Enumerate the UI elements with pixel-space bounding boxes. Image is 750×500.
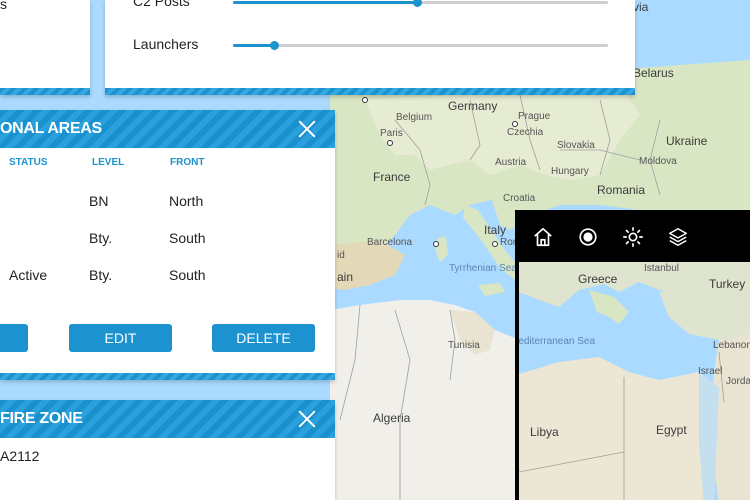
panel-title: FIRE ZONE bbox=[0, 410, 83, 427]
panel-stripe bbox=[0, 373, 335, 380]
column-header-level[interactable]: LEVEL bbox=[92, 157, 124, 168]
map-label-romania: Romania bbox=[597, 183, 646, 197]
home-icon[interactable] bbox=[532, 226, 554, 248]
cell-level: BN bbox=[89, 193, 109, 209]
slider-row-launchers: Launchers bbox=[133, 35, 613, 55]
map-label-moldova: Moldova bbox=[639, 156, 677, 167]
map-label-partial: id bbox=[337, 250, 345, 261]
slider-label: Launchers bbox=[133, 36, 199, 52]
map-label-belarus: Belarus bbox=[633, 66, 674, 80]
cell-front: South bbox=[169, 267, 206, 283]
left-top-panel: s bbox=[0, 0, 90, 95]
map-label-france: France bbox=[373, 170, 411, 184]
panel-stripe bbox=[0, 88, 90, 95]
panel-header: FIRE ZONE bbox=[0, 400, 335, 438]
panel-header: ONAL AREAS bbox=[0, 110, 335, 148]
slider-thumb[interactable] bbox=[270, 41, 280, 50]
map-label-tunisia: Tunisia bbox=[448, 340, 480, 351]
map-label-italy: Italy bbox=[484, 223, 507, 237]
cell-level: Bty. bbox=[89, 230, 113, 246]
map-label-partial: ain bbox=[337, 270, 354, 284]
map-label-algeria: Algeria bbox=[373, 411, 411, 425]
map-label-ukraine: Ukraine bbox=[666, 134, 708, 148]
map-label-croatia: Croatia bbox=[503, 193, 536, 204]
map-label-germany: Germany bbox=[448, 99, 498, 113]
map-label-barcelona: Barcelona bbox=[367, 237, 413, 248]
slider-thumb[interactable] bbox=[412, 0, 422, 7]
slider-row-c2-posts: C2 Posts bbox=[133, 0, 613, 12]
minimap-label-egypt: Egypt bbox=[656, 423, 687, 437]
cell-level: Bty. bbox=[89, 267, 113, 283]
map-label-hungary: Hungary bbox=[551, 166, 589, 177]
close-icon[interactable] bbox=[297, 119, 317, 139]
add-button[interactable] bbox=[0, 324, 28, 352]
slider-label: C2 Posts bbox=[133, 0, 190, 9]
layers-icon[interactable] bbox=[667, 226, 689, 248]
slider-fill bbox=[233, 1, 417, 4]
target-icon[interactable] bbox=[577, 226, 599, 248]
edit-button[interactable]: EDIT bbox=[69, 324, 172, 352]
slider-fill bbox=[233, 44, 275, 47]
city-marker bbox=[362, 97, 368, 103]
minimap-label-lebanon: Lebanon bbox=[713, 340, 750, 351]
minimap-label-jordan: Jordan bbox=[726, 376, 750, 387]
layers-slider-panel: C2 Posts Launchers bbox=[105, 0, 635, 95]
close-icon[interactable] bbox=[297, 409, 317, 429]
map-label-paris: Paris bbox=[380, 128, 403, 139]
minimap-label-mediterranean: Mediterranean Sea bbox=[519, 336, 596, 347]
minimap[interactable]: Istanbul Greece Turkey Mediterranean Sea… bbox=[519, 262, 750, 500]
operational-areas-panel: ONAL AREAS STATUS LEVEL FRONT BN North B… bbox=[0, 110, 335, 380]
map-label-austria: Austria bbox=[495, 157, 527, 168]
city-marker bbox=[387, 140, 393, 146]
city-marker bbox=[433, 241, 439, 247]
cell-front: South bbox=[169, 230, 206, 246]
map-label-slovakia: Slovakia bbox=[557, 140, 595, 151]
cell-status: Active bbox=[9, 267, 48, 283]
map-label-prague: Prague bbox=[518, 111, 551, 122]
map-label-tyrrhenian-sea: Tyrrhenian Sea bbox=[449, 263, 517, 274]
column-header-status[interactable]: STATUS bbox=[9, 157, 48, 168]
panel-stripe bbox=[105, 88, 635, 95]
panel-title: ONAL AREAS bbox=[0, 120, 102, 137]
slider-track[interactable] bbox=[233, 41, 608, 50]
city-marker bbox=[492, 241, 498, 247]
minimap-label-greece: Greece bbox=[578, 272, 618, 286]
brightness-icon[interactable] bbox=[622, 226, 644, 248]
minimap-land bbox=[519, 262, 750, 500]
map-tool-panel: Istanbul Greece Turkey Mediterranean Sea… bbox=[515, 210, 750, 500]
fire-zone-panel: FIRE ZONE A2112 bbox=[0, 400, 335, 500]
map-label-belgium: Belgium bbox=[396, 112, 433, 123]
minimap-label-istanbul: Istanbul bbox=[644, 263, 680, 274]
column-header-front[interactable]: FRONT bbox=[170, 157, 204, 168]
minimap-label-libya: Libya bbox=[530, 425, 559, 439]
cell-front: North bbox=[169, 193, 204, 209]
map-label-czechia: Czechia bbox=[507, 127, 544, 138]
fire-zone-id: A2112 bbox=[0, 448, 40, 464]
minimap-label-israel: Israel bbox=[698, 366, 723, 377]
slider-track[interactable] bbox=[233, 0, 608, 7]
minimap-label-turkey: Turkey bbox=[709, 277, 746, 291]
delete-button[interactable]: DELETE bbox=[212, 324, 315, 352]
map-label-partial: via bbox=[633, 0, 649, 14]
city-marker bbox=[512, 121, 518, 127]
